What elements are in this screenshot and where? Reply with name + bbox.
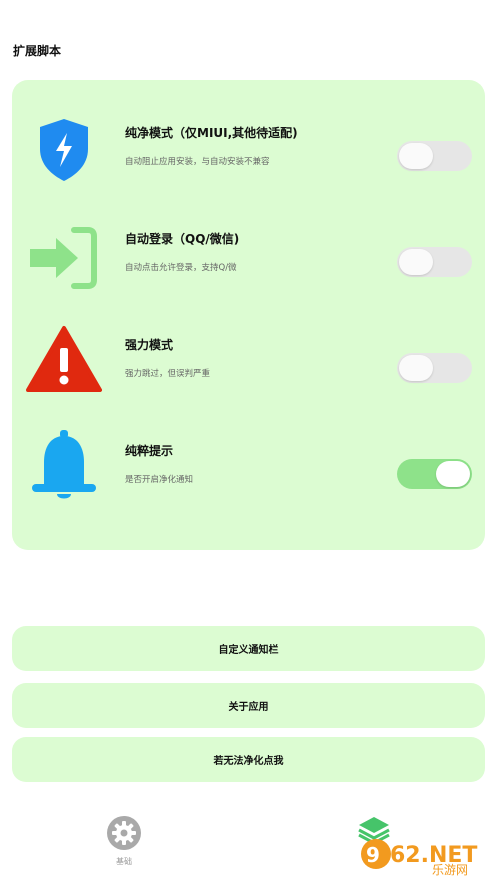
feature-row-pure-mode: 纯净模式（仅MIUI,其他待适配) 自动阻止应用安装，与自动安装不兼容 [12, 80, 485, 186]
cannot-clean-button[interactable]: 若无法净化点我 [12, 737, 485, 782]
pure-mode-toggle[interactable] [397, 141, 472, 171]
toggle-knob [399, 249, 433, 275]
feature-title: 强力模式 [125, 338, 174, 352]
auto-login-toggle[interactable] [397, 247, 472, 277]
feature-row-auto-login: 自动登录（QQ/微信) 自动点击允许登录，支持Q/微 [12, 186, 485, 292]
svg-text:9: 9 [366, 843, 380, 867]
feature-title: 纯净模式（仅MIUI,其他待适配) [125, 126, 298, 140]
nav-basic-label: 基础 [116, 857, 132, 866]
feature-desc: 自动点击允许登录，支持Q/微 [125, 263, 237, 273]
feature-title: 纯粹提示 [125, 444, 174, 458]
bell-icon [26, 428, 102, 504]
login-arrow-icon [26, 218, 102, 294]
nav-basic[interactable]: 基础 [94, 813, 154, 873]
feature-title: 自动登录（QQ/微信) [125, 232, 240, 246]
watermark-sub: 乐游网 [432, 863, 468, 876]
feature-desc: 是否开启净化通知 [125, 475, 194, 485]
watermark-logo: 9 62.NET 乐游网 [360, 832, 492, 877]
feature-desc: 强力跳过，但误判严重 [125, 369, 211, 379]
feature-card: 纯净模式（仅MIUI,其他待适配) 自动阻止应用安装，与自动安装不兼容 自动登录… [12, 80, 485, 550]
page-title: 扩展脚本 [13, 44, 62, 58]
toggle-knob [399, 355, 433, 381]
feature-row-power-mode: 强力模式 强力跳过，但误判严重 [12, 292, 485, 398]
gear-icon [107, 816, 141, 850]
shield-bolt-icon [26, 111, 102, 187]
pure-notice-toggle[interactable] [397, 459, 472, 489]
custom-notification-button[interactable]: 自定义通知栏 [12, 626, 485, 671]
power-mode-toggle[interactable] [397, 353, 472, 383]
warning-triangle-icon [26, 320, 102, 396]
about-app-button[interactable]: 关于应用 [12, 683, 485, 728]
feature-desc: 自动阻止应用安装，与自动安装不兼容 [125, 157, 270, 167]
toggle-knob [436, 461, 470, 487]
feature-row-pure-notice: 纯粹提示 是否开启净化通知 [12, 398, 485, 504]
toggle-knob [399, 143, 433, 169]
